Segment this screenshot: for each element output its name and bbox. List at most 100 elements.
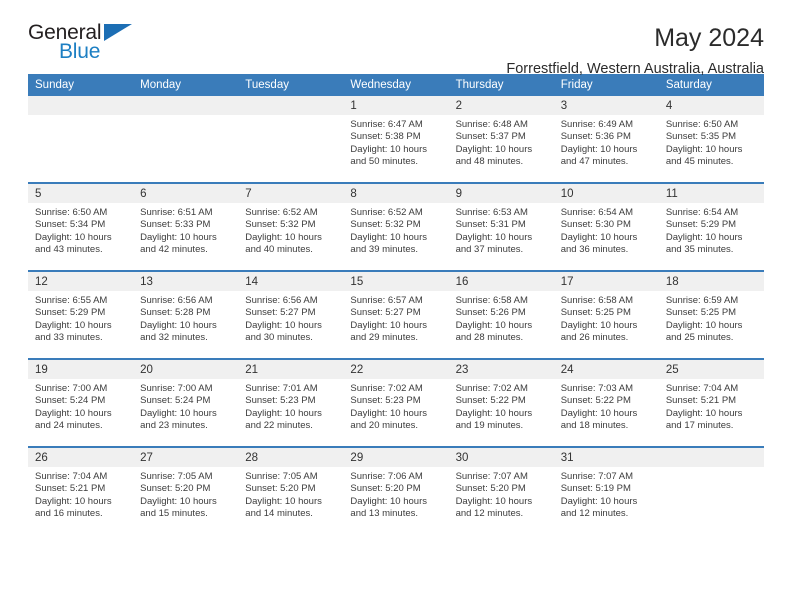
day-details: Sunrise: 6:58 AM Sunset: 5:26 PM Daylight:… xyxy=(449,291,554,358)
sunset-text: Sunset: 5:21 PM xyxy=(665,395,737,407)
day-number: 30 xyxy=(448,448,554,467)
daylight-text-line2: and 25 minutes. xyxy=(665,332,734,344)
daylight-text-line2: and 30 minutes. xyxy=(245,332,313,344)
daylight-text-line2: and 42 minutes. xyxy=(140,244,208,256)
calendar-day-cell-empty xyxy=(238,96,344,183)
calendar-day-cell[interactable]: 11 Sunrise: 6:54 AM Sunset: 5:29 PM Dayligh… xyxy=(658,182,764,271)
sunrise-text: Sunrise: 6:57 AM xyxy=(350,295,423,306)
day-number: 12 xyxy=(28,272,134,291)
calendar-day-cell[interactable]: 5 Sunrise: 6:50 AM Sunset: 5:34 PM Daylight… xyxy=(28,182,134,271)
calendar-day-cell[interactable]: 12 Sunrise: 6:55 AM Sunset: 5:29 PM Dayligh… xyxy=(28,270,134,359)
day-number: 4 xyxy=(658,96,764,115)
sunrise-text: Sunrise: 7:05 AM xyxy=(140,471,213,482)
calendar-day-cell[interactable]: 27 Sunrise: 7:05 AM Sunset: 5:20 PM Dayligh… xyxy=(133,446,239,534)
sunrise-text: Sunrise: 6:48 AM xyxy=(455,119,528,130)
calendar-day-cell-empty xyxy=(658,446,764,534)
sunrise-text: Sunrise: 6:52 AM xyxy=(245,207,318,218)
calendar-day-cell[interactable]: 1 Sunrise: 6:47 AM Sunset: 5:38 PM Daylight… xyxy=(343,96,449,183)
day-details: Sunrise: 6:51 AM Sunset: 5:33 PM Daylight:… xyxy=(133,203,238,270)
day-number: 9 xyxy=(448,184,554,203)
calendar-day-cell[interactable]: 19 Sunrise: 7:00 AM Sunset: 5:24 PM Dayligh… xyxy=(28,358,134,447)
day-number: 13 xyxy=(133,272,239,291)
calendar-day-cell[interactable]: 22 Sunrise: 7:02 AM Sunset: 5:23 PM Dayligh… xyxy=(343,358,449,447)
calendar-day-cell-empty xyxy=(28,96,134,183)
calendar-day-cell[interactable]: 2 Sunrise: 6:48 AM Sunset: 5:37 PM Daylight… xyxy=(448,96,554,183)
calendar-day-cell[interactable]: 6 Sunrise: 6:51 AM Sunset: 5:33 PM Daylight… xyxy=(133,182,239,271)
sunset-text: Sunset: 5:21 PM xyxy=(35,483,106,495)
day-details: Sunrise: 7:00 AM Sunset: 5:24 PM Daylight:… xyxy=(133,379,238,446)
day-details: Sunrise: 6:50 AM Sunset: 5:34 PM Daylight:… xyxy=(28,203,133,270)
sunset-text: Sunset: 5:34 PM xyxy=(35,219,106,231)
calendar-day-cell[interactable]: 4 Sunrise: 6:50 AM Sunset: 5:35 PM Daylight… xyxy=(658,96,764,183)
day-details: Sunrise: 7:01 AM Sunset: 5:23 PM Daylight:… xyxy=(238,379,343,446)
day-number: 16 xyxy=(448,272,554,291)
calendar-day-cell[interactable]: 29 Sunrise: 7:06 AM Sunset: 5:20 PM Dayligh… xyxy=(343,446,449,534)
sunrise-text: Sunrise: 7:00 AM xyxy=(35,383,108,394)
calendar-day-cell[interactable]: 8 Sunrise: 6:52 AM Sunset: 5:32 PM Daylight… xyxy=(343,182,449,271)
calendar-day-cell[interactable]: 25 Sunrise: 7:04 AM Sunset: 5:21 PM Dayligh… xyxy=(658,358,764,447)
day-details: Sunrise: 7:04 AM Sunset: 5:21 PM Daylight:… xyxy=(659,379,764,446)
daylight-text-line2: and 22 minutes. xyxy=(245,420,313,432)
calendar-day-cell[interactable]: 18 Sunrise: 6:59 AM Sunset: 5:25 PM Dayligh… xyxy=(658,270,764,359)
calendar-day-cell[interactable]: 20 Sunrise: 7:00 AM Sunset: 5:24 PM Dayligh… xyxy=(133,358,239,447)
calendar-day-cell[interactable]: 13 Sunrise: 6:56 AM Sunset: 5:28 PM Dayligh… xyxy=(133,270,239,359)
daylight-text-line2: and 43 minutes. xyxy=(35,244,103,256)
calendar-day-cell[interactable]: 14 Sunrise: 6:56 AM Sunset: 5:27 PM Dayligh… xyxy=(238,270,344,359)
daylight-text-line1: Daylight: 10 hours xyxy=(35,319,112,331)
day-number: 28 xyxy=(238,448,344,467)
sunset-text: Sunset: 5:25 PM xyxy=(665,307,737,319)
day-details: Sunrise: 7:05 AM Sunset: 5:20 PM Daylight:… xyxy=(133,467,238,534)
calendar-day-cell[interactable]: 21 Sunrise: 7:01 AM Sunset: 5:23 PM Dayligh… xyxy=(238,358,344,447)
sunrise-text: Sunrise: 7:04 AM xyxy=(35,471,108,482)
calendar-day-cell[interactable]: 31 Sunrise: 7:07 AM Sunset: 5:19 PM Dayligh… xyxy=(553,446,659,534)
sunset-text: Sunset: 5:20 PM xyxy=(350,483,421,495)
calendar-day-cell[interactable]: 9 Sunrise: 6:53 AM Sunset: 5:31 PM Daylight… xyxy=(448,182,554,271)
calendar-page: General Blue May 2024 Forrestfield, West… xyxy=(0,0,792,612)
sunrise-text: Sunrise: 6:54 AM xyxy=(665,207,739,218)
daylight-text-line1: Daylight: 10 hours xyxy=(245,319,322,331)
calendar-day-cell[interactable]: 30 Sunrise: 7:07 AM Sunset: 5:20 PM Dayligh… xyxy=(448,446,554,534)
day-number: 8 xyxy=(343,184,449,203)
general-blue-logo[interactable]: General Blue xyxy=(28,22,146,68)
calendar-day-cell[interactable]: 10 Sunrise: 6:54 AM Sunset: 5:30 PM Dayligh… xyxy=(553,182,659,271)
calendar-day-cell[interactable]: 15 Sunrise: 6:57 AM Sunset: 5:27 PM Dayligh… xyxy=(343,270,449,359)
sunset-text: Sunset: 5:29 PM xyxy=(665,219,737,231)
title-block: May 2024 Forrestfield, Western Australia… xyxy=(506,22,764,79)
calendar-day-cell[interactable]: 16 Sunrise: 6:58 AM Sunset: 5:26 PM Dayligh… xyxy=(448,270,554,359)
day-details: Sunrise: 6:56 AM Sunset: 5:28 PM Daylight:… xyxy=(133,291,238,358)
day-number: 14 xyxy=(238,272,344,291)
sunset-text: Sunset: 5:29 PM xyxy=(35,307,106,319)
daylight-text-line2: and 16 minutes. xyxy=(35,508,103,520)
daylight-text-line2: and 36 minutes. xyxy=(560,244,629,256)
calendar-day-cell[interactable]: 7 Sunrise: 6:52 AM Sunset: 5:32 PM Daylight… xyxy=(238,182,344,271)
calendar-week-row: 26 Sunrise: 7:04 AM Sunset: 5:21 PM Dayligh… xyxy=(28,446,764,534)
sunset-text: Sunset: 5:37 PM xyxy=(455,131,526,143)
day-details: Sunrise: 7:07 AM Sunset: 5:19 PM Daylight:… xyxy=(554,467,659,534)
calendar-day-cell[interactable]: 26 Sunrise: 7:04 AM Sunset: 5:21 PM Dayligh… xyxy=(28,446,134,534)
calendar-day-cell[interactable]: 24 Sunrise: 7:03 AM Sunset: 5:22 PM Dayligh… xyxy=(553,358,659,447)
sunset-text: Sunset: 5:26 PM xyxy=(455,307,526,319)
sunset-text: Sunset: 5:19 PM xyxy=(560,483,631,495)
daylight-text-line1: Daylight: 10 hours xyxy=(245,495,322,507)
day-number: 3 xyxy=(553,96,659,115)
calendar-week-row: 1 Sunrise: 6:47 AM Sunset: 5:38 PM Daylight… xyxy=(28,96,764,183)
daylight-text-line1: Daylight: 10 hours xyxy=(560,231,638,243)
calendar-day-cell[interactable]: 3 Sunrise: 6:49 AM Sunset: 5:36 PM Daylight… xyxy=(553,96,659,183)
day-details: Sunrise: 7:05 AM Sunset: 5:20 PM Daylight:… xyxy=(238,467,343,534)
day-details: Sunrise: 6:52 AM Sunset: 5:32 PM Daylight:… xyxy=(343,203,448,270)
sunrise-text: Sunrise: 7:02 AM xyxy=(455,383,528,394)
calendar-day-cell[interactable]: 17 Sunrise: 6:58 AM Sunset: 5:25 PM Dayligh… xyxy=(553,270,659,359)
daylight-text-line1: Daylight: 10 hours xyxy=(665,143,743,155)
daylight-text-line1: Daylight: 10 hours xyxy=(350,231,427,243)
calendar-day-cell[interactable]: 28 Sunrise: 7:05 AM Sunset: 5:20 PM Dayligh… xyxy=(238,446,344,534)
day-number: 23 xyxy=(448,360,554,379)
daylight-text-line2: and 37 minutes. xyxy=(455,244,524,256)
calendar-day-cell[interactable]: 23 Sunrise: 7:02 AM Sunset: 5:22 PM Dayligh… xyxy=(448,358,554,447)
page-header: General Blue May 2024 Forrestfield, West… xyxy=(28,0,764,78)
sunrise-text: Sunrise: 6:55 AM xyxy=(35,295,108,306)
day-number xyxy=(133,96,239,115)
daylight-text-line2: and 20 minutes. xyxy=(350,420,419,432)
sunrise-text: Sunrise: 6:49 AM xyxy=(560,119,634,130)
daylight-text-line1: Daylight: 10 hours xyxy=(665,319,743,331)
day-details: Sunrise: 7:03 AM Sunset: 5:22 PM Daylight:… xyxy=(554,379,659,446)
